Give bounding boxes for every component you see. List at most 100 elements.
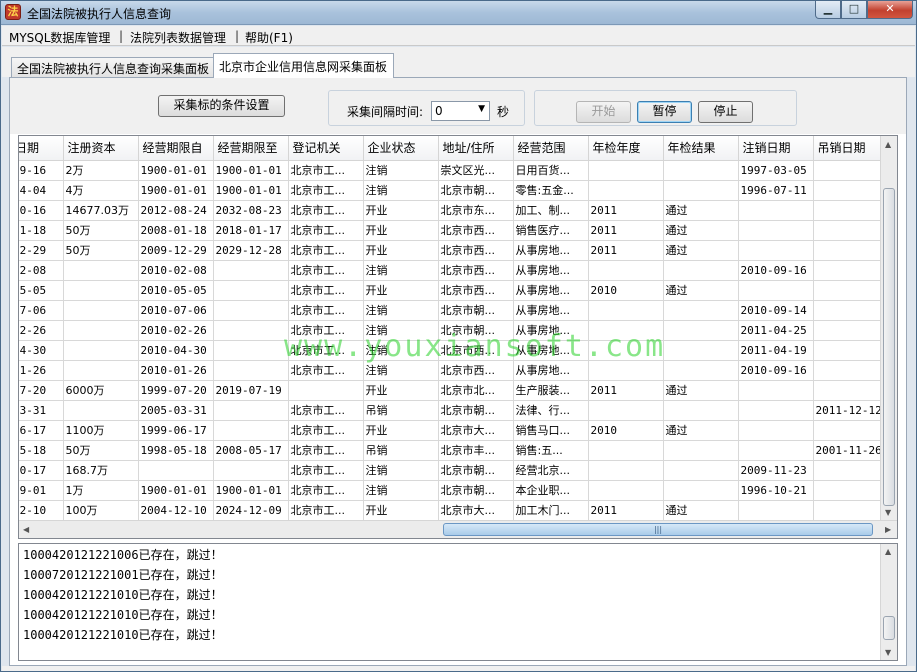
- column-header[interactable]: 地址/住所: [438, 136, 514, 161]
- scroll-right-icon[interactable]: ▶: [885, 525, 891, 534]
- table-cell: 2009-12-29: [138, 240, 214, 261]
- scroll-up-icon[interactable]: ▲: [885, 140, 891, 149]
- table-cell: [663, 160, 739, 181]
- condition-settings-button[interactable]: 采集标的条件设置: [158, 95, 285, 117]
- column-header[interactable]: 注销日期: [738, 136, 814, 161]
- maximize-button[interactable]: □: [841, 1, 867, 19]
- column-header[interactable]: 经营期限自: [138, 136, 214, 161]
- table-cell: 1998-05-18: [138, 440, 214, 461]
- table-row[interactable]: 10-1614677.03万2012-08-242032-08-23北京市工..…: [19, 200, 889, 221]
- table-row[interactable]: 03-31 2005-03-31 北京市工...吊销北京市朝...法律、行... 20…: [19, 400, 889, 421]
- table-cell: 北京市西...: [438, 220, 514, 241]
- table-cell: 销售:五...: [513, 440, 589, 461]
- column-header[interactable]: 年检年度: [588, 136, 664, 161]
- grid-vertical-scrollbar[interactable]: ▲ ▼: [880, 136, 897, 521]
- column-header[interactable]: 日期: [19, 136, 64, 161]
- column-header[interactable]: 企业状态: [363, 136, 439, 161]
- table-row[interactable]: 05-1850万1998-05-182008-05-17北京市工...吊销北京市…: [19, 440, 889, 461]
- title-bar[interactable]: 法 全国法院被执行人信息查询 ▁ □ ✕: [1, 1, 916, 25]
- table-cell: 10-17: [19, 460, 64, 481]
- table-cell: 开业: [363, 240, 439, 261]
- scroll-up-icon[interactable]: ▲: [885, 547, 891, 556]
- column-header[interactable]: 年检结果: [663, 136, 739, 161]
- table-cell: 2010: [588, 280, 664, 301]
- menu-help[interactable]: 帮助(F1): [245, 29, 293, 46]
- table-cell: 北京市朝...: [438, 320, 514, 341]
- table-cell: 从事房地...: [513, 320, 589, 341]
- table-cell: 销售医疗...: [513, 220, 589, 241]
- scroll-left-icon[interactable]: ◀: [23, 525, 29, 534]
- results-grid[interactable]: 日期注册资本经营期限自经营期限至登记机关企业状态地址/住所经营范围年检年度年检结…: [18, 135, 898, 539]
- table-cell: 2004-12-10: [138, 500, 214, 521]
- table-cell: 2011: [588, 380, 664, 401]
- table-cell: 1996-07-11: [738, 180, 814, 201]
- table-cell: 2010: [588, 420, 664, 441]
- table-cell: 北京市西...: [438, 360, 514, 381]
- column-header[interactable]: 注册资本: [63, 136, 139, 161]
- table-row[interactable]: 12-10100万2004-12-102024-12-09北京市工...开业北京…: [19, 500, 889, 521]
- table-row[interactable]: 04-044万1900-01-011900-01-01北京市工...注销北京市朝…: [19, 180, 889, 201]
- log-vscroll-thumb[interactable]: [883, 616, 895, 640]
- table-cell: 北京市西...: [438, 260, 514, 281]
- minimize-button[interactable]: ▁: [815, 1, 841, 19]
- table-row[interactable]: 02-08 2010-02-08 北京市工...注销北京市西...从事房地... 20…: [19, 260, 889, 281]
- table-row[interactable]: 06-171100万1999-06-17 北京市工...开业北京市大...销售马口…: [19, 420, 889, 441]
- column-header[interactable]: 吊销日期: [813, 136, 889, 161]
- table-cell: 开业: [363, 220, 439, 241]
- table-cell: [813, 260, 889, 281]
- table-row[interactable]: 02-26 2010-02-26 北京市工...注销北京市朝...从事房地... 20…: [19, 320, 889, 341]
- table-row[interactable]: 01-26 2010-01-26 北京市工...注销北京市西...从事房地... 20…: [19, 360, 889, 381]
- grid-horizontal-scrollbar[interactable]: ◀ ||| ▶: [19, 520, 897, 538]
- table-row[interactable]: 12-2950万2009-12-292029-12-28北京市工...开业北京市…: [19, 240, 889, 261]
- table-cell: 2011-04-25: [738, 320, 814, 341]
- table-cell: 12-10: [19, 500, 64, 521]
- table-cell: 09-16: [19, 160, 64, 181]
- interval-label: 采集间隔时间:: [347, 105, 424, 119]
- scroll-down-icon[interactable]: ▼: [885, 648, 891, 657]
- start-button[interactable]: 开始: [576, 101, 631, 123]
- table-cell: 50万: [63, 240, 139, 261]
- table-row[interactable]: 05-05 2010-05-05 北京市工...开业北京市西...从事房地...20…: [19, 280, 889, 301]
- table-cell: 07-06: [19, 300, 64, 321]
- table-cell: 北京市工...: [288, 240, 364, 261]
- table-cell: 06-17: [19, 420, 64, 441]
- stop-button[interactable]: 停止: [698, 101, 753, 123]
- column-header[interactable]: 登记机关: [288, 136, 364, 161]
- column-header[interactable]: 经营期限至: [213, 136, 289, 161]
- table-cell: [213, 420, 289, 441]
- table-cell: [663, 260, 739, 281]
- pause-button[interactable]: 暂停: [637, 101, 692, 123]
- table-cell: 2018-01-17: [213, 220, 289, 241]
- table-cell: [588, 320, 664, 341]
- log-vertical-scrollbar[interactable]: ▲ ▼: [880, 544, 897, 660]
- table-cell: 生产服装...: [513, 380, 589, 401]
- close-button[interactable]: ✕: [867, 1, 913, 19]
- log-output[interactable]: 1000420121221006已存在，跳过！ 1000720121221001已…: [18, 543, 898, 661]
- table-cell: 注销: [363, 340, 439, 361]
- grid-vscroll-thumb[interactable]: [883, 188, 895, 506]
- table-cell: 注销: [363, 460, 439, 481]
- table-cell: [738, 400, 814, 421]
- table-row[interactable]: 09-011万1900-01-011900-01-01北京市工...注销北京市朝…: [19, 480, 889, 501]
- column-header[interactable]: 经营范围: [513, 136, 589, 161]
- grid-hscroll-thumb[interactable]: |||: [443, 523, 873, 536]
- table-row[interactable]: 09-162万1900-01-011900-01-01北京市工...注销崇文区光…: [19, 160, 889, 181]
- table-cell: 通过: [663, 200, 739, 221]
- table-cell: 北京市工...: [288, 300, 364, 321]
- menu-court-list[interactable]: 法院列表数据管理: [130, 29, 226, 46]
- table-row[interactable]: 04-30 2010-04-30 北京市工...注销北京市西...从事房地... 20…: [19, 340, 889, 361]
- table-cell: 注销: [363, 300, 439, 321]
- table-cell: 北京市朝...: [438, 480, 514, 501]
- table-row[interactable]: 07-206000万1999-07-202019-07-19 开业北京市北...生…: [19, 380, 889, 401]
- tab-beijing-credit-collection[interactable]: 北京市企业信用信息网采集面板: [213, 53, 394, 78]
- tab-court-collection[interactable]: 全国法院被执行人信息查询采集面板: [11, 57, 214, 77]
- table-row[interactable]: 01-1850万2008-01-182018-01-17北京市工...开业北京市…: [19, 220, 889, 241]
- menu-mysql-db[interactable]: MYSQL数据库管理: [9, 29, 110, 46]
- table-row[interactable]: 10-17168.7万 北京市工...注销北京市朝...经营北京... 2009-1…: [19, 460, 889, 481]
- table-cell: [813, 280, 889, 301]
- interval-select[interactable]: 0 ▼: [431, 101, 490, 121]
- scroll-down-icon[interactable]: ▼: [885, 508, 891, 517]
- table-cell: 1900-01-01: [138, 160, 214, 181]
- table-row[interactable]: 07-06 2010-07-06 北京市工...注销北京市朝...从事房地... 20…: [19, 300, 889, 321]
- table-cell: 通过: [663, 240, 739, 261]
